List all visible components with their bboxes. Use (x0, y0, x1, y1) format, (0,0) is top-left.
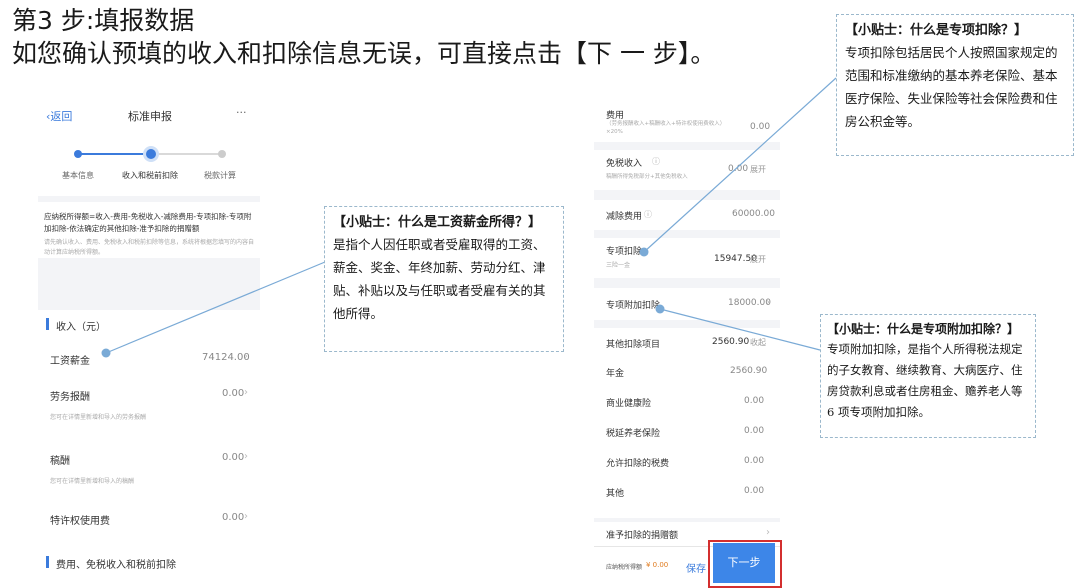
tip-special-body: 专项扣除包括居民个人按照国家规定的范围和标准缴纳的基本养老保险、基本医疗保险、失… (845, 45, 1058, 129)
salary-connector-line (105, 261, 326, 354)
special-connector-line (643, 77, 837, 253)
special-add-connector-dot (655, 304, 665, 314)
tip-special-title: 【小贴士：什么是专项扣除？】 (845, 23, 1028, 38)
special-add-connector-line (659, 308, 821, 351)
special-connector-dot (639, 247, 649, 257)
tip-salary-body: 是指个人因任职或者受雇取得的工资、薪金、奖金、年终加薪、劳动分红、津贴、补贴以及… (333, 237, 546, 321)
tip-special-additional-body: 专项附加扣除，是指个人所得税法规定的子女教育、继续教育、大病医疗、住房贷款利息或… (827, 342, 1023, 419)
tip-special: 【小贴士：什么是专项扣除？】 专项扣除包括居民个人按照国家规定的范围和标准缴纳的… (836, 14, 1074, 156)
tip-special-additional: 【小贴士：什么是专项附加扣除？】 专项附加扣除，是指个人所得税法规定的子女教育、… (820, 314, 1036, 438)
tip-salary-title: 【小贴士：什么是工资薪金所得？】 (333, 215, 542, 230)
tip-special-additional-title: 【小贴士：什么是专项附加扣除？】 (827, 322, 1020, 336)
salary-connector-dot (101, 348, 111, 358)
tip-salary: 【小贴士：什么是工资薪金所得？】 是指个人因任职或者受雇取得的工资、薪金、奖金、… (324, 206, 564, 352)
